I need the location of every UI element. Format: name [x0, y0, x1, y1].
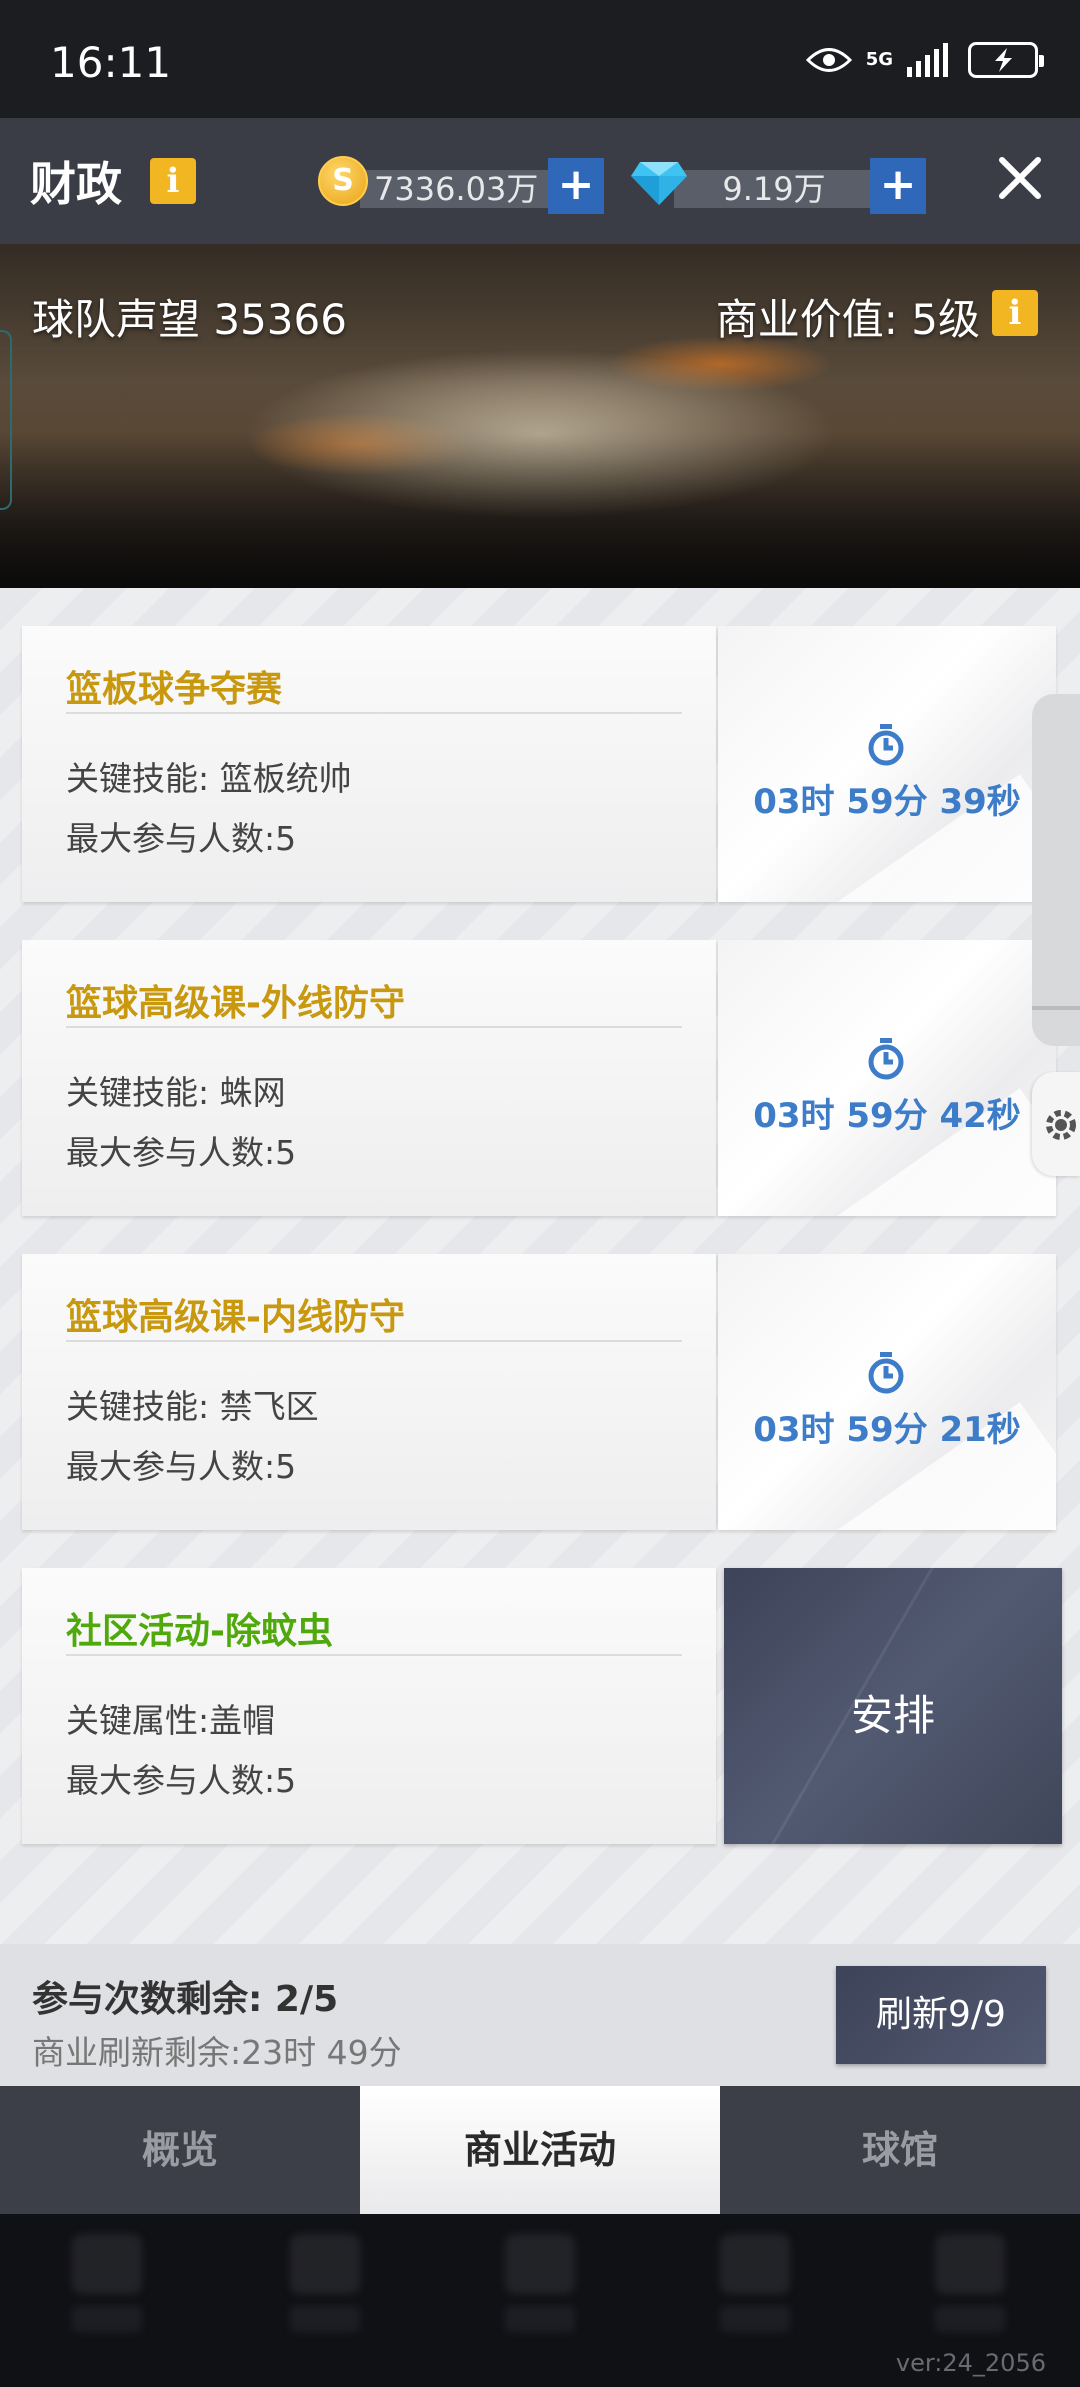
battery-icon — [968, 42, 1044, 78]
add-coins-button[interactable]: + — [548, 158, 604, 214]
activity-title: 篮球高级课-外线防守 — [66, 983, 405, 1024]
background-nav-blurred: ver:24_2056 — [0, 2214, 1080, 2387]
coin-balance: 7336.03万 + — [318, 152, 606, 214]
activity-info: 篮球高级课-内线防守 关键技能: 禁飞区 最大参与人数:5 — [22, 1254, 716, 1530]
status-time: 16:11 — [50, 38, 172, 87]
tab-bar: 概览 商业活动 球馆 — [0, 2086, 1080, 2214]
close-icon[interactable] — [998, 156, 1042, 200]
activity-skill: 关键技能: 禁飞区 — [66, 1387, 319, 1426]
page-title: 财政 — [30, 157, 122, 211]
add-gems-button[interactable]: + — [870, 158, 926, 214]
refresh-button[interactable]: 刷新9/9 — [836, 1966, 1046, 2064]
activity-title: 篮板球争夺赛 — [66, 669, 283, 710]
blurred-label — [290, 2306, 360, 2332]
arena-banner: 球队声望 35366 商业价值: 5级 i — [0, 244, 1080, 588]
activity-skill: 关键技能: 蛛网 — [66, 1073, 286, 1112]
blurred-icon — [72, 2234, 142, 2294]
activity-max-participants: 最大参与人数:5 — [66, 1447, 297, 1486]
left-edge-handle[interactable] — [0, 330, 12, 510]
remaining-count: 参与次数剩余: 2/5 — [32, 1979, 339, 2020]
timer-text: 03时 59分 39秒 — [753, 782, 1021, 822]
timer-text: 03时 59分 21秒 — [753, 1410, 1021, 1450]
activity-timer: 03时 59分 39秒 — [718, 626, 1056, 902]
activity-title: 社区活动-除蚊虫 — [66, 1611, 333, 1652]
gear-icon — [1046, 1110, 1076, 1140]
blurred-label — [505, 2306, 575, 2332]
activity-card: 社区活动-除蚊虫 关键属性:盖帽 最大参与人数:5 安排 — [22, 1568, 1062, 1844]
divider — [66, 712, 682, 714]
coin-icon — [318, 156, 368, 206]
team-reputation: 球队声望 35366 — [32, 295, 347, 344]
refresh-remaining: 商业刷新剩余:23时 49分 — [32, 2033, 402, 2072]
tab-commercial-activity[interactable]: 商业活动 — [360, 2086, 720, 2214]
activity-max-participants: 最大参与人数:5 — [66, 1133, 297, 1172]
side-settings-tab[interactable] — [1032, 1072, 1080, 1176]
arrange-label: 安排 — [850, 1691, 935, 1740]
blurred-icon — [935, 2234, 1005, 2294]
activity-info: 篮板球争夺赛 关键技能: 篮板统帅 最大参与人数:5 — [22, 626, 716, 902]
activity-list: 篮板球争夺赛 关键技能: 篮板统帅 最大参与人数:5 03时 59分 39秒 篮… — [0, 588, 1080, 1944]
status-bar: 16:11 5G — [0, 0, 1080, 118]
stopwatch-icon — [868, 1038, 904, 1080]
commercial-value: 商业价值: 5级 — [715, 295, 980, 344]
activity-attribute: 关键属性:盖帽 — [66, 1701, 276, 1740]
activity-timer: 03时 59分 21秒 — [718, 1254, 1056, 1530]
finance-header: 财政 i 7336.03万 + 9.19万 + — [0, 118, 1080, 244]
divider — [66, 1026, 682, 1028]
participation-info: 参与次数剩余: 2/5 商业刷新剩余:23时 49分 刷新9/9 — [0, 1944, 1080, 2086]
activity-skill: 关键技能: 篮板统帅 — [66, 759, 352, 798]
status-icons: 5G — [805, 42, 1044, 78]
blurred-label — [935, 2306, 1005, 2332]
eye-icon — [805, 48, 852, 72]
blurred-icon — [505, 2234, 575, 2294]
blurred-icon — [720, 2234, 790, 2294]
divider — [66, 1654, 682, 1656]
activity-card: 篮板球争夺赛 关键技能: 篮板统帅 最大参与人数:5 03时 59分 39秒 — [22, 626, 1056, 902]
version-label: ver:24_2056 — [895, 2349, 1046, 2377]
gem-value: 9.19万 — [674, 170, 874, 208]
activity-max-participants: 最大参与人数:5 — [66, 1761, 297, 1800]
info-icon[interactable]: i — [150, 158, 196, 204]
stopwatch-icon — [868, 1352, 904, 1394]
divider — [66, 1340, 682, 1342]
activity-card: 篮球高级课-外线防守 关键技能: 蛛网 最大参与人数:5 03时 59分 42秒 — [22, 940, 1056, 1216]
activity-info: 社区活动-除蚊虫 关键属性:盖帽 最大参与人数:5 — [22, 1568, 716, 1844]
blurred-label — [720, 2306, 790, 2332]
timer-text: 03时 59分 42秒 — [753, 1096, 1021, 1136]
commercial-info-icon[interactable]: i — [992, 290, 1038, 336]
gem-balance: 9.19万 + — [630, 152, 930, 214]
stopwatch-icon — [868, 724, 904, 766]
side-panel-tab[interactable] — [1032, 694, 1080, 1046]
activity-title: 篮球高级课-内线防守 — [66, 1297, 405, 1338]
signal-icon — [907, 43, 948, 77]
blurred-icon — [290, 2234, 360, 2294]
activity-timer: 03时 59分 42秒 — [718, 940, 1056, 1216]
activity-max-participants: 最大参与人数:5 — [66, 819, 297, 858]
coin-value: 7336.03万 — [360, 170, 564, 208]
network-type-label: 5G — [865, 49, 893, 70]
activity-info: 篮球高级课-外线防守 关键技能: 蛛网 最大参与人数:5 — [22, 940, 716, 1216]
activity-card: 篮球高级课-内线防守 关键技能: 禁飞区 最大参与人数:5 03时 59分 21… — [22, 1254, 1056, 1530]
blurred-label — [72, 2306, 142, 2332]
diamond-icon — [631, 162, 687, 205]
tab-overview[interactable]: 概览 — [0, 2086, 360, 2214]
tab-arena[interactable]: 球馆 — [720, 2086, 1080, 2214]
arrange-button[interactable]: 安排 — [724, 1568, 1062, 1844]
